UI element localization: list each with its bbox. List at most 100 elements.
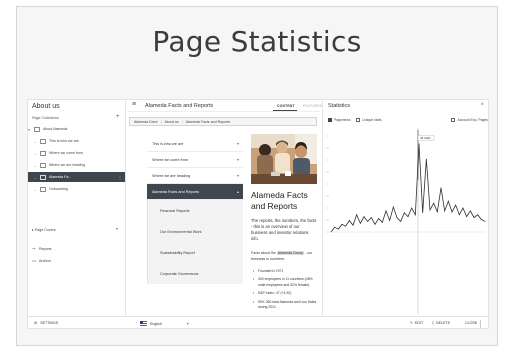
gear-icon: ⚙ — [34, 321, 38, 325]
divider — [480, 320, 481, 328]
submenu-item-financial[interactable]: Financial Reports — [148, 200, 243, 221]
submenu-item-governance[interactable]: Corporate Governance — [148, 263, 243, 284]
submenu-item-sustainability[interactable]: Sustainability Report — [148, 242, 243, 263]
checkbox-icon[interactable] — [451, 118, 456, 122]
data-point — [458, 214, 460, 216]
data-point — [381, 222, 383, 223]
statistics-panel: Statistics × Pageviews Unique visits Acc… — [322, 100, 488, 316]
reports-tool[interactable]: ⤳ Reports — [32, 246, 52, 251]
page-icon — [40, 138, 46, 144]
data-point — [337, 228, 339, 230]
list-item: SEK 360 total Alameda and Lion Sales dur… — [253, 300, 317, 311]
chart-tooltip-label: 45 2021 — [420, 136, 431, 140]
page-covers-label[interactable]: ▸ Page Covers — [32, 228, 56, 232]
chevron-up-icon: ▴ — [236, 189, 239, 194]
chevron-down-icon: ▾ — [186, 321, 189, 326]
data-point — [359, 223, 361, 224]
slide: Page Statistics About us Page Collection… — [16, 6, 498, 346]
archive-tool[interactable]: ▭ Archive — [32, 258, 51, 264]
breadcrumb-item[interactable]: Alameda Drive — [134, 120, 158, 124]
data-point — [396, 217, 398, 218]
article-lead: The reports, the numbers, the facts - th… — [251, 218, 317, 241]
article: Alameda Facts and Reports The reports, t… — [249, 128, 319, 316]
page-icon — [40, 150, 46, 156]
flag-icon — [140, 321, 147, 326]
data-point — [363, 216, 365, 217]
data-point — [480, 219, 482, 220]
app-window: About us Page Collections + ▾ About Alam… — [27, 99, 489, 329]
list-item: Founded in 1971 — [253, 269, 317, 275]
legend-pageviews[interactable]: Pageviews — [328, 118, 350, 122]
data-point — [455, 204, 457, 206]
archive-icon: ▭ — [32, 258, 37, 263]
data-point — [370, 217, 372, 218]
submenu-item-environmental[interactable]: Our Environmental Work — [148, 221, 243, 242]
menu-item-who-we-are[interactable]: This is who we are ▾ — [147, 136, 243, 152]
tree-item-where-heading[interactable]: – Where we are heading — [28, 160, 125, 170]
menu-item-where-from[interactable]: Where we come from ▾ — [147, 152, 243, 168]
breadcrumb-separator: | — [181, 119, 183, 124]
data-point — [414, 214, 416, 216]
data-point — [469, 210, 471, 212]
page-collections-label: Page Collections — [32, 116, 59, 120]
more-icon[interactable]: ⋮ — [118, 175, 122, 180]
active-tab-indicator — [273, 110, 297, 112]
data-point — [411, 207, 413, 209]
add-collection-button[interactable]: + — [116, 114, 120, 120]
tree-item-label: About Alameda — [43, 127, 68, 131]
data-point — [389, 220, 391, 221]
slide-title: Page Statistics — [152, 25, 362, 58]
language-select[interactable]: English ▾ — [140, 321, 189, 326]
page-icon — [40, 186, 46, 192]
checkbox-icon[interactable] — [328, 118, 332, 122]
series-line-pageviews — [330, 143, 486, 233]
article-photo — [251, 134, 317, 184]
menu-item-where-heading[interactable]: Where we are heading ▾ — [147, 168, 243, 184]
breadcrumb-item[interactable]: Alameda Facts and Reports — [186, 120, 231, 124]
close-button[interactable]: CLOSE — [465, 321, 477, 325]
list-item: 300 employees in 11 countries (48% male … — [253, 277, 317, 288]
data-point — [444, 210, 446, 212]
data-point — [429, 209, 431, 211]
data-point — [345, 225, 347, 227]
edit-button[interactable]: ✎ EDIT — [410, 321, 423, 325]
trash-icon: ▯ — [432, 321, 434, 325]
legend-account-pages[interactable]: Account Exp. Pages — [451, 118, 488, 122]
menu-item-facts-reports[interactable]: Alameda Facts and Reports ▴ — [147, 184, 243, 200]
fact-list: Founded in 1971 300 employees in 11 coun… — [253, 269, 317, 313]
data-point — [422, 212, 424, 214]
menu-icon[interactable]: ≡ — [132, 101, 136, 108]
data-point — [466, 216, 468, 217]
delete-button[interactable]: ▯ DELETE — [432, 321, 450, 325]
close-icon[interactable]: × — [480, 102, 484, 108]
settings-button[interactable]: ⚙ SETTINGS — [34, 321, 58, 325]
tree-item-label: Where we are heading — [49, 163, 86, 167]
breadcrumb-item[interactable]: About us — [165, 120, 179, 124]
legend-unique-visits[interactable]: Unique visits — [356, 118, 382, 122]
chevron-down-icon: ▾ — [236, 173, 239, 178]
data-point — [451, 211, 453, 213]
page-covers-dropdown[interactable]: ▾ — [94, 226, 118, 232]
data-point — [367, 221, 369, 222]
tree-item-onboarding[interactable]: – Onboarding — [28, 184, 125, 194]
tree-item-facts-reports[interactable]: – Alameda Fa... ⋮ — [28, 172, 125, 182]
highlighted-term[interactable]: Alameda Group — [276, 251, 304, 255]
pencil-icon: ✎ — [410, 321, 414, 325]
data-point — [473, 217, 475, 218]
data-point — [418, 143, 420, 145]
data-point — [407, 216, 409, 217]
article-paragraph: Facts about the Alameda Group - our busi… — [251, 251, 313, 261]
data-point — [348, 220, 350, 221]
chevron-down-icon: ▾ — [236, 157, 239, 162]
checkbox-icon[interactable] — [356, 118, 361, 122]
data-point — [352, 224, 354, 226]
tree-item-about-alameda[interactable]: ▾ About Alameda — [28, 124, 125, 134]
page-icon — [40, 162, 46, 168]
data-point — [425, 158, 427, 160]
data-point — [440, 187, 442, 189]
tab-content[interactable]: CONTENT — [277, 104, 295, 108]
tree-item-where-from[interactable]: – Where we come from — [28, 148, 125, 158]
tree-item-who-we-are[interactable]: – This is who we are — [28, 136, 125, 146]
data-point — [334, 226, 336, 228]
tab-features[interactable]: FEATURES — [303, 104, 322, 108]
